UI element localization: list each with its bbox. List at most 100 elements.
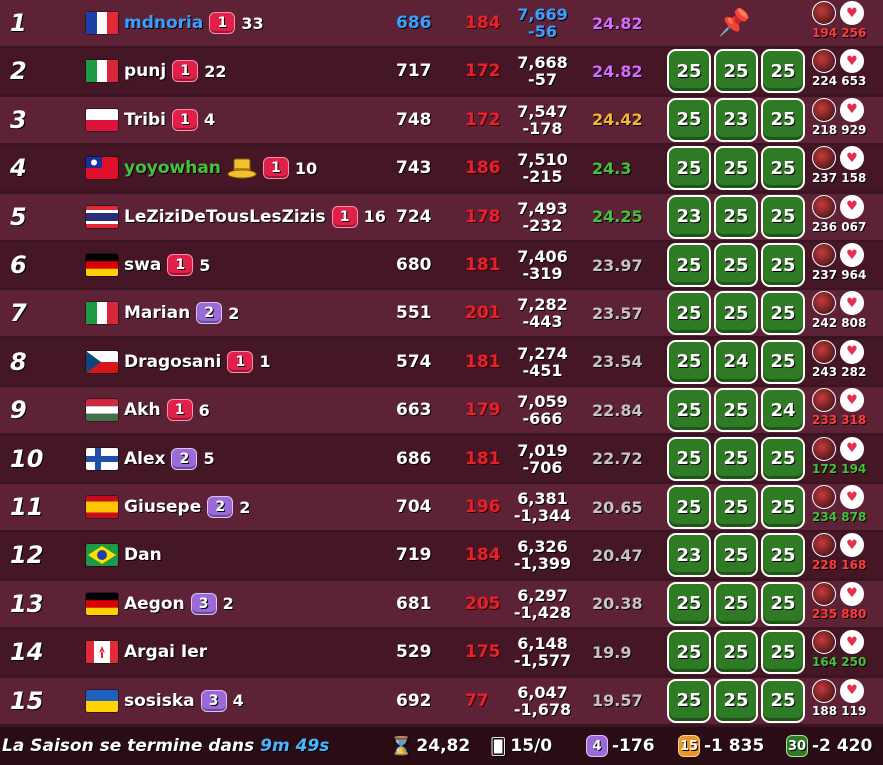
avatar-icon[interactable] <box>812 388 836 413</box>
player-name[interactable]: Alex <box>124 449 165 469</box>
avatar-icon[interactable] <box>812 533 836 558</box>
level-score-tile: 25 <box>667 581 711 626</box>
leaderboard-row[interactable]: 14 Argai Ier 529 175 6,148 -1,577 19.9 25 25 2… <box>0 629 883 676</box>
player-name[interactable]: Dan <box>124 545 162 565</box>
avatar-icon[interactable] <box>812 146 836 171</box>
extra-number-2: 194 <box>841 461 867 476</box>
leaderboard-row[interactable]: 1 mdnoria 1 33 686 184 7,669 -56 24.82 📌 ♥ 194… <box>0 0 883 46</box>
heart-icon[interactable]: ♥ <box>840 97 864 122</box>
player-extras: ♥ 188 119 <box>806 678 883 724</box>
level-scores: 25 25 25 <box>667 678 805 724</box>
player-name[interactable]: sosiska <box>124 691 195 711</box>
heart-icon[interactable]: ♥ <box>840 291 864 316</box>
leaderboard-row[interactable]: 8 Dragosani 1 1 574 181 7,274 -451 23.54 25 24 2… <box>0 338 883 385</box>
level-score-tile: 25 <box>667 291 711 336</box>
heart-icon[interactable]: ♥ <box>840 485 864 509</box>
player-name[interactable]: Tribi <box>124 110 166 130</box>
heart-icon[interactable]: ♥ <box>840 678 864 703</box>
heart-icon[interactable]: ♥ <box>840 1 864 25</box>
avatar-icon[interactable] <box>812 194 836 219</box>
score-diff: -1,399 <box>513 554 572 574</box>
league-badge: 3 <box>190 592 217 615</box>
score-diff: -56 <box>528 22 557 41</box>
level-scores: 25 25 25 <box>667 145 805 191</box>
player-name[interactable]: mdnoria <box>124 13 203 33</box>
leaderboard-row[interactable]: 15 sosiska 3 4 692 77 6,047 -1,678 19.57 25 25 2… <box>0 677 883 724</box>
stat-red-value: 184 <box>465 13 501 33</box>
leaderboard-row[interactable]: 6 swa 1 5 680 181 7,406 -319 23.97 25 25 25 ♥ 23… <box>0 242 883 288</box>
score-total: 6,148 <box>517 634 568 654</box>
level-score-tile: 25 <box>761 194 805 239</box>
heart-icon[interactable]: ♥ <box>840 339 864 364</box>
heart-icon[interactable]: ♥ <box>840 436 864 461</box>
player-name[interactable]: yoyowhan <box>124 158 221 178</box>
player-name[interactable]: Aegon <box>124 594 185 614</box>
stat-value: 704 <box>396 497 432 517</box>
avatar-icon[interactable] <box>812 581 836 606</box>
player-name[interactable]: Dragosani <box>124 352 221 372</box>
leaderboard-row[interactable]: 2 punj 1 22 717 172 7,668 -57 24.82 25 25 25 ♥ 2… <box>0 48 883 95</box>
leaderboard-row[interactable]: 9 Akh 1 6 663 179 7,059 -666 22.84 25 25 24 ♥ 23… <box>0 387 883 434</box>
extra-number-1: 237 <box>812 268 838 282</box>
avatar-icon[interactable] <box>812 97 836 122</box>
avatar-icon[interactable] <box>812 49 836 74</box>
heart-icon[interactable]: ♥ <box>840 146 864 171</box>
level-score-tile: 23 <box>714 97 758 142</box>
leaderboard-row[interactable]: 11 Giusepe 2 2 704 196 6,381 -1,344 20.65 25 25… <box>0 484 883 530</box>
level-score-tile: 24 <box>714 339 758 384</box>
heart-icon[interactable]: ♥ <box>840 194 864 219</box>
player-name[interactable]: punj <box>124 61 166 81</box>
stat-red-value: 201 <box>465 303 501 324</box>
stat-red-value: 181 <box>465 255 501 275</box>
leaderboard-row[interactable]: 13 Aegon 3 2 681 205 6,297 -1,428 20.38 25 25 25… <box>0 580 883 627</box>
avatar-icon[interactable] <box>812 339 836 364</box>
leaderboard-row[interactable]: 5 LeZiziDeTousLesZizis 1 16 724 178 7,493 -23… <box>0 193 883 240</box>
avatar-icon[interactable] <box>812 485 836 509</box>
leaderboard-row[interactable]: 7 Marian 2 2 551 201 7,282 -443 23.57 25 25 25 ♥… <box>0 290 883 337</box>
extra-number-1: 233 <box>812 413 838 428</box>
score-diff: -1,577 <box>513 651 572 671</box>
player-name[interactable]: Argai Ier <box>124 642 207 662</box>
player-name[interactable]: Marian <box>124 303 190 323</box>
avatar-icon[interactable] <box>812 436 836 461</box>
player-name[interactable]: Akh <box>124 400 161 420</box>
stat-value: 743 <box>396 158 432 179</box>
extra-number-2: 964 <box>841 268 867 282</box>
leaderboard-row[interactable]: 10 Alex 2 5 686 181 7,019 -706 22.72 25 25 25 ♥ … <box>0 435 883 482</box>
player-name[interactable]: Giusepe <box>124 497 201 517</box>
avatar-icon[interactable] <box>812 678 836 703</box>
extra-number-1: 235 <box>812 606 838 621</box>
heart-icon[interactable]: ♥ <box>840 533 864 558</box>
heart-icon[interactable]: ♥ <box>840 243 864 267</box>
leaderboard-row[interactable]: 12 Dan 719 184 6,326 -1,399 20.47 23 25 25 ♥ 2… <box>0 532 883 579</box>
heart-icon[interactable]: ♥ <box>840 388 864 413</box>
league-badge: 1 <box>227 350 254 373</box>
level-score-tile: 25 <box>667 339 711 384</box>
heart-icon[interactable]: ♥ <box>840 581 864 606</box>
season-timer: 9m 49s <box>260 736 330 756</box>
heart-icon[interactable]: ♥ <box>840 630 864 655</box>
score-diff: -215 <box>522 167 563 187</box>
player-info: Dan <box>124 532 162 578</box>
player-name[interactable]: LeZiziDeTousLesZizis <box>124 207 326 227</box>
score-block: 6,047 -1,678 <box>510 678 575 724</box>
level-score-tile: 25 <box>714 630 758 675</box>
level-score-tile: 25 <box>761 436 805 481</box>
avatar-icon[interactable] <box>812 1 836 25</box>
leaderboard-row[interactable]: 3 Tribi 1 4 748 172 7,547 -178 24.42 25 23 25 ♥ … <box>0 96 883 143</box>
avatar-icon[interactable] <box>812 291 836 316</box>
player-extras: ♥ 242 808 <box>806 290 883 336</box>
stat-value: 680 <box>396 255 432 275</box>
player-name[interactable]: swa <box>124 255 161 275</box>
avatar-icon[interactable] <box>812 630 836 655</box>
leaderboard-row[interactable]: 4 yoyowhan 1 10 743 186 7,510 -215 24.3 25 25 25… <box>0 145 883 192</box>
average-value: 19.57 <box>592 691 643 711</box>
score-total: 7,510 <box>517 150 568 170</box>
league-badge: 2 <box>171 447 198 470</box>
stat-red-value: 179 <box>465 400 501 421</box>
heart-icon[interactable]: ♥ <box>840 49 864 74</box>
avatar-icon[interactable] <box>812 243 836 267</box>
rank-number: 3 <box>10 105 27 134</box>
score-total: 7,668 <box>517 53 568 73</box>
pin-icon[interactable]: 📌 <box>718 0 758 46</box>
